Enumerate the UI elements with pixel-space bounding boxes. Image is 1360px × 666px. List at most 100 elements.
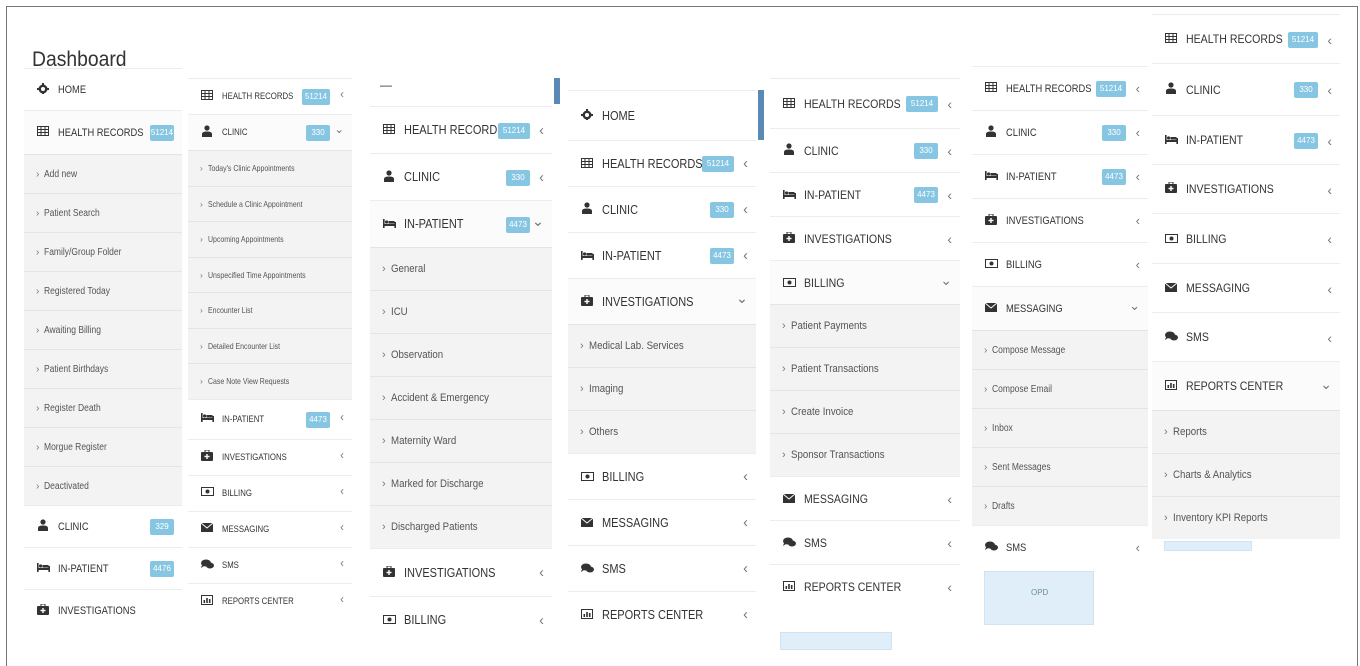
submenu-item[interactable]: › Upcoming Appointments bbox=[188, 221, 352, 257]
sidebar-item-clinic[interactable]: CLINIC 330 ‹ bbox=[972, 110, 1148, 154]
submenu-item[interactable]: › Awaiting Billing bbox=[24, 310, 182, 349]
submenu-item[interactable]: › Deactivated bbox=[24, 466, 182, 505]
submenu-item[interactable]: › Patient Birthdays bbox=[24, 349, 182, 388]
submenu-item[interactable]: › Medical Lab. Services bbox=[568, 324, 756, 367]
submenu-item[interactable]: › Discharged Patients bbox=[370, 505, 552, 548]
sidebar-item-inpatient[interactable]: IN-PATIENT 4473 ⌄ bbox=[370, 200, 552, 247]
submenu-item[interactable]: › Accident & Emergency bbox=[370, 376, 552, 419]
sidebar-item-sms[interactable]: SMS ‹ bbox=[568, 545, 756, 591]
submenu-item[interactable]: › Add new bbox=[24, 154, 182, 193]
submenu-item[interactable]: › Register Death bbox=[24, 388, 182, 427]
sidebar-item-health-records[interactable]: HEALTH RECORDS 51214 bbox=[24, 110, 182, 154]
sidebar-item-health-records[interactable]: HEALTH RECORDS 51214 ‹ bbox=[1152, 14, 1340, 63]
sidebar-item-clinic[interactable]: CLINIC 330 ‹ bbox=[370, 153, 552, 200]
sidebar-item-sms[interactable]: SMS ‹ bbox=[188, 546, 352, 583]
sidebar-item-sms[interactable]: SMS ‹ bbox=[1152, 312, 1340, 361]
submenu-item[interactable]: › Patient Transactions bbox=[770, 347, 960, 390]
submenu-item[interactable]: › Create Invoice bbox=[770, 390, 960, 433]
medkit-icon bbox=[780, 231, 798, 246]
sidebar-item-inpatient[interactable]: IN-PATIENT 4476 bbox=[24, 547, 182, 589]
chevron-left-icon: ‹ bbox=[1327, 31, 1332, 48]
submenu-item[interactable]: › Compose Message bbox=[972, 330, 1148, 369]
chevron-right-icon: › bbox=[382, 349, 386, 361]
sidebar-item-inpatient[interactable]: IN-PATIENT 4473 ‹ bbox=[568, 232, 756, 278]
sidebar-item-health-records[interactable]: HEALTH RECORDS 51214 ‹ bbox=[370, 106, 552, 153]
submenu-item[interactable]: › Charts & Analytics bbox=[1152, 453, 1340, 496]
sidebar-item-reports[interactable]: REPORTS CENTER ⌄ bbox=[1152, 361, 1340, 410]
submenu-item[interactable]: › Morgue Register bbox=[24, 427, 182, 466]
sidebar-item-billing[interactable]: BILLING ⌄ bbox=[770, 260, 960, 304]
chevron-left-icon: ‹ bbox=[1327, 280, 1332, 297]
sidebar-item-billing[interactable]: BILLING ‹ bbox=[972, 242, 1148, 286]
sidebar-item-clinic[interactable]: CLINIC 330 ⌄ bbox=[188, 114, 352, 150]
sidebar-item-reports[interactable]: REPORTS CENTER ‹ bbox=[568, 591, 756, 637]
submenu-item[interactable]: › Inbox bbox=[972, 408, 1148, 447]
sidebar-item-label: CLINIC bbox=[1186, 82, 1221, 97]
sidebar-item-billing[interactable]: BILLING ‹ bbox=[568, 453, 756, 499]
sidebar-item-health-records[interactable]: HEALTH RECORDS 51214 ‹ bbox=[972, 66, 1148, 110]
sidebar-item-messaging[interactable]: MESSAGING ⌄ bbox=[972, 286, 1148, 330]
sidebar-item-health-records[interactable]: HEALTH RECORDS 51214 ‹ bbox=[568, 140, 756, 186]
sidebar-item-messaging[interactable]: MESSAGING ‹ bbox=[770, 476, 960, 520]
sidebar-item-label: IN-PATIENT bbox=[404, 217, 464, 231]
sidebar-item-billing[interactable]: BILLING ‹ bbox=[188, 474, 352, 511]
chevron-right-icon: › bbox=[1164, 512, 1168, 524]
submenu-item[interactable]: › Unspecified Time Appointments bbox=[188, 256, 352, 292]
sidebar-item-home[interactable]: HOME bbox=[568, 90, 756, 140]
sidebar-item-messaging[interactable]: MESSAGING ‹ bbox=[1152, 263, 1340, 312]
submenu-item[interactable]: › Maternity Ward bbox=[370, 419, 552, 462]
sidebar-item-investigations[interactable]: INVESTIGATIONS ‹ bbox=[188, 438, 352, 475]
submenu-item[interactable]: › Encounter List bbox=[188, 292, 352, 328]
submenu-item[interactable]: › Compose Email bbox=[972, 369, 1148, 408]
sidebar-item-clinic[interactable]: CLINIC 329 bbox=[24, 505, 182, 547]
submenu-item[interactable]: › Today's Clinic Appointments bbox=[188, 150, 352, 186]
sidebar-item-health-records[interactable]: HEALTH RECORDS 51214 ‹ bbox=[770, 78, 960, 128]
sidebar-item-home[interactable]: HOME bbox=[24, 68, 182, 110]
sidebar-item-label: CLINIC bbox=[1006, 126, 1037, 139]
submenu-item[interactable]: › Sponsor Transactions bbox=[770, 433, 960, 476]
chevron-right-icon: › bbox=[200, 198, 203, 209]
submenu-item[interactable]: › Inventory KPI Reports bbox=[1152, 496, 1340, 539]
submenu-item[interactable]: › Observation bbox=[370, 333, 552, 376]
submenu-item[interactable]: › Others bbox=[568, 410, 756, 453]
sidebar-item-investigations[interactable]: INVESTIGATIONS ⌄ bbox=[568, 278, 756, 324]
sidebar-item-clinic[interactable]: CLINIC 330 ‹ bbox=[1152, 63, 1340, 115]
sidebar-item-inpatient[interactable]: IN-PATIENT 4473 ‹ bbox=[770, 172, 960, 216]
submenu-item-label: Imaging bbox=[588, 383, 624, 395]
sidebar-item-reports[interactable]: REPORTS CENTER ‹ bbox=[188, 582, 352, 619]
sidebar-item-reports[interactable]: REPORTS CENTER ‹ bbox=[770, 564, 960, 608]
sidebar-item-investigations[interactable]: INVESTIGATIONS ‹ bbox=[370, 548, 552, 596]
sidebar-item-clinic[interactable]: CLINIC 330 ‹ bbox=[568, 186, 756, 232]
sidebar-item-sms[interactable]: SMS ‹ bbox=[770, 520, 960, 564]
sidebar-item-investigations[interactable]: INVESTIGATIONS ‹ bbox=[770, 216, 960, 260]
sidebar-item-inpatient[interactable]: IN-PATIENT 4473 ‹ bbox=[972, 154, 1148, 198]
submenu-item[interactable]: › Detailed Encounter List bbox=[188, 327, 352, 363]
sidebar-item-messaging[interactable]: MESSAGING ‹ bbox=[188, 510, 352, 547]
submenu-item[interactable]: › Patient Search bbox=[24, 193, 182, 232]
submenu-item[interactable]: › General bbox=[370, 247, 552, 290]
opd-tile[interactable]: OPD bbox=[984, 571, 1094, 625]
sidebar-item-investigations[interactable]: INVESTIGATIONS ‹ bbox=[1152, 164, 1340, 213]
chevron-right-icon: › bbox=[36, 480, 40, 492]
submenu-item[interactable]: › Imaging bbox=[568, 367, 756, 410]
sidebar-item-inpatient[interactable]: IN-PATIENT 4473 ‹ bbox=[188, 398, 352, 439]
sidebar-item-investigations[interactable]: INVESTIGATIONS bbox=[24, 589, 182, 631]
sidebar-item-sms[interactable]: SMS ‹ bbox=[972, 525, 1148, 569]
submenu-item[interactable]: › Registered Today bbox=[24, 271, 182, 310]
submenu-item[interactable]: › Marked for Discharge bbox=[370, 462, 552, 505]
submenu-item[interactable]: › Case Note View Requests bbox=[188, 363, 352, 399]
sidebar-item-messaging[interactable]: MESSAGING ‹ bbox=[568, 499, 756, 545]
submenu-item[interactable]: › Family/Group Folder bbox=[24, 232, 182, 271]
submenu-item[interactable]: › Sent Messages bbox=[972, 447, 1148, 486]
sidebar-item-clinic[interactable]: CLINIC 330 ‹ bbox=[770, 128, 960, 172]
sidebar-item-investigations[interactable]: INVESTIGATIONS ‹ bbox=[972, 198, 1148, 242]
submenu-item[interactable]: › Drafts bbox=[972, 486, 1148, 525]
submenu-item[interactable]: › Reports bbox=[1152, 410, 1340, 453]
submenu-item[interactable]: › ICU bbox=[370, 290, 552, 333]
sidebar-item-inpatient[interactable]: IN-PATIENT 4473 ‹ bbox=[1152, 115, 1340, 164]
sidebar-item-billing[interactable]: BILLING ‹ bbox=[370, 596, 552, 643]
submenu-item[interactable]: › Patient Payments bbox=[770, 304, 960, 347]
submenu-item[interactable]: › Schedule a Clinic Appointment bbox=[188, 185, 352, 221]
sidebar-item-billing[interactable]: BILLING ‹ bbox=[1152, 213, 1340, 263]
sidebar-item-health-records[interactable]: HEALTH RECORDS 51214 ‹ bbox=[188, 78, 352, 114]
